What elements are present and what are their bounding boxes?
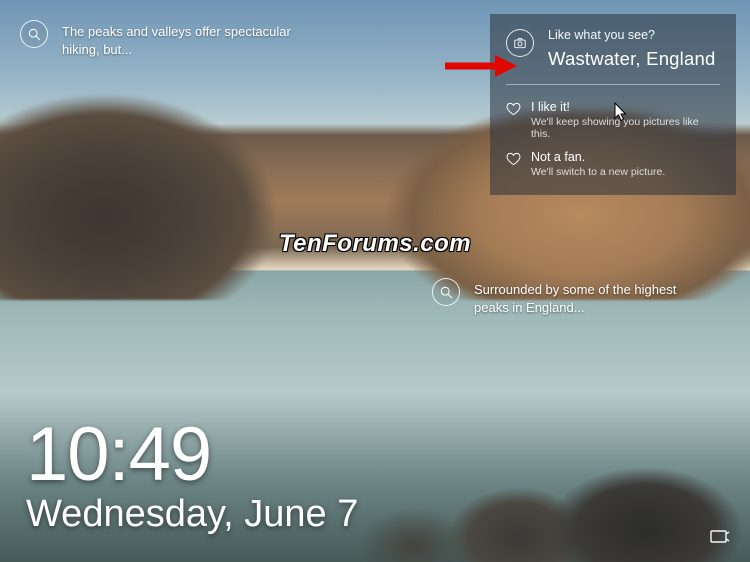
heart-icon bbox=[506, 102, 521, 116]
clock-date: Wednesday, June 7 bbox=[26, 493, 358, 536]
like-title: I like it! bbox=[531, 100, 720, 114]
like-button[interactable]: I like it! We'll keep showing you pictur… bbox=[506, 95, 720, 145]
spotlight-question: Like what you see? bbox=[548, 28, 715, 42]
wallpaper-foreground bbox=[330, 402, 750, 562]
spotlight-location: Wastwater, England bbox=[548, 48, 715, 70]
spotlight-tip-top-left[interactable]: The peaks and valleys offer spectacular … bbox=[20, 20, 320, 58]
search-icon bbox=[20, 20, 48, 48]
search-icon bbox=[432, 278, 460, 306]
dislike-subtitle: We'll switch to a new picture. bbox=[531, 166, 665, 178]
like-subtitle: We'll keep showing you pictures like thi… bbox=[531, 116, 720, 140]
camera-icon bbox=[506, 29, 534, 57]
spotlight-tip-text: Surrounded by some of the highest peaks … bbox=[474, 278, 712, 316]
divider bbox=[506, 84, 720, 85]
heart-icon bbox=[506, 152, 521, 166]
spotlight-info-card: Like what you see? Wastwater, England I … bbox=[490, 14, 736, 195]
network-status-icon[interactable] bbox=[710, 528, 730, 544]
lockscreen-clock: 10:49 Wednesday, June 7 bbox=[26, 419, 358, 536]
dislike-button[interactable]: Not a fan. We'll switch to a new picture… bbox=[506, 145, 720, 183]
clock-time: 10:49 bbox=[26, 419, 358, 491]
dislike-title: Not a fan. bbox=[531, 150, 665, 164]
spotlight-tip-text: The peaks and valleys offer spectacular … bbox=[62, 20, 320, 58]
spotlight-tip-mid[interactable]: Surrounded by some of the highest peaks … bbox=[432, 278, 712, 316]
